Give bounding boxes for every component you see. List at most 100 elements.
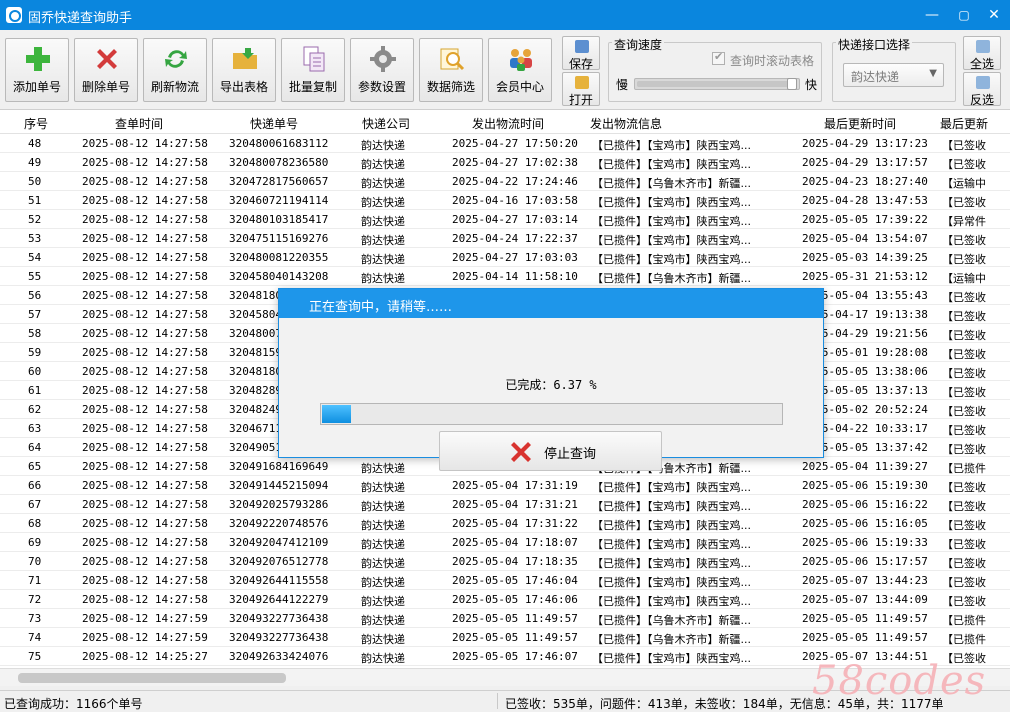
- cell-query-time: 2025-08-12 14:27:58: [82, 574, 208, 587]
- table-row[interactable]: 72 2025-08-12 14:27:58 320492644122279 韵达快递…: [0, 590, 1010, 609]
- cell-ship-time: 2025-05-04 17:18:07: [452, 536, 578, 549]
- batch-copy-button[interactable]: 批量复制: [281, 38, 345, 102]
- maximize-button[interactable]: ▢: [952, 4, 976, 26]
- cell-courier: 韵达快递: [361, 215, 405, 228]
- cell-ship-time: 2025-04-27 17:50:20: [452, 137, 578, 150]
- cell-courier: 韵达快递: [361, 652, 405, 665]
- cell-tracking-number: 320480081220355: [229, 251, 329, 264]
- cell-last-update: 【已签收: [942, 158, 986, 171]
- fast-label: 快: [805, 78, 818, 92]
- table-row[interactable]: 54 2025-08-12 14:27:58 320480081220355 韵达快递…: [0, 248, 1010, 267]
- data-filter-button[interactable]: 数据筛选: [419, 38, 483, 102]
- scroll-table-label: 查询时滚动表格: [730, 54, 815, 68]
- cell-query-time: 2025-08-12 14:27:58: [82, 156, 208, 169]
- scroll-table-checkbox[interactable]: ✔: [712, 50, 725, 65]
- cell-tracking-number: 32048289: [229, 384, 282, 397]
- save-button[interactable]: 保存: [562, 36, 600, 71]
- col-header-index[interactable]: 序号: [24, 115, 48, 132]
- table-row[interactable]: 48 2025-08-12 14:27:58 320480061683112 韵达快递…: [0, 134, 1010, 153]
- delete-number-button[interactable]: 删除单号: [74, 38, 138, 102]
- table-row[interactable]: 71 2025-08-12 14:27:58 320492644115558 韵达快递…: [0, 571, 1010, 590]
- member-center-label: 会员中心: [495, 80, 544, 94]
- table-row[interactable]: 69 2025-08-12 14:27:58 320492047412109 韵达快递…: [0, 533, 1010, 552]
- select-all-label: 全选: [969, 57, 994, 71]
- cell-ship-info: 【已揽件】【宝鸡市】陕西宝鸡...: [592, 557, 751, 570]
- cell-index: 56: [28, 289, 42, 302]
- col-header-last-update[interactable]: 最后更新: [940, 115, 988, 132]
- cell-courier: 韵达快递: [361, 595, 405, 608]
- cell-last-update-time: 2025-05-04 11:39:27: [802, 460, 928, 473]
- interface-select[interactable]: 韵达快递 ▼: [843, 63, 944, 87]
- table-row[interactable]: 52 2025-08-12 14:27:58 320480103185417 韵达快递…: [0, 210, 1010, 229]
- col-header-tracking-number[interactable]: 快递单号: [250, 115, 298, 132]
- cell-index: 62: [28, 403, 42, 416]
- open-button[interactable]: 打开: [562, 72, 600, 107]
- col-header-last-update-time[interactable]: 最后更新时间: [824, 115, 896, 132]
- cell-index: 74: [28, 631, 42, 644]
- cell-last-update-time: 2025-05-07 13:44:23: [802, 574, 928, 587]
- table-row[interactable]: 68 2025-08-12 14:27:58 320492220748576 韵达快递…: [0, 514, 1010, 533]
- cell-tracking-number: 320472817560657: [229, 175, 329, 188]
- cell-ship-info: 【已揽件】【宝鸡市】陕西宝鸡...: [592, 139, 751, 152]
- table-row[interactable]: 73 2025-08-12 14:27:59 320493227736438 韵达快递…: [0, 609, 1010, 628]
- cell-ship-info: 【已揽件】【宝鸡市】陕西宝鸡...: [592, 576, 751, 589]
- parameter-settings-button[interactable]: 参数设置: [350, 38, 414, 102]
- cell-last-update-time: 2025-05-05 11:49:57: [802, 631, 928, 644]
- cell-last-update: 【已签收: [942, 538, 986, 551]
- cell-index: 58: [28, 327, 42, 340]
- horizontal-scroll-thumb[interactable]: [18, 673, 286, 683]
- add-number-button[interactable]: 添加单号: [5, 38, 69, 102]
- cell-last-update: 【已签收: [942, 557, 986, 570]
- refresh-logistics-button[interactable]: 刷新物流: [143, 38, 207, 102]
- delete-icon: [97, 49, 117, 69]
- cell-query-time: 2025-08-12 14:27:58: [82, 213, 208, 226]
- cell-ship-info: 【已揽件】【宝鸡市】陕西宝鸡...: [592, 234, 751, 247]
- col-header-ship-time[interactable]: 发出物流时间: [472, 115, 544, 132]
- select-all-icon: [976, 40, 990, 53]
- cell-last-update-time: 2025-05-03 14:39:25: [802, 251, 928, 264]
- add-number-label: 添加单号: [12, 80, 61, 94]
- table-row[interactable]: 74 2025-08-12 14:27:59 320493227736438 韵达快递…: [0, 628, 1010, 647]
- minimize-button[interactable]: —: [920, 4, 944, 26]
- col-header-query-time[interactable]: 查单时间: [115, 115, 163, 132]
- cell-last-update: 【已签收: [942, 424, 986, 437]
- copy-icon: [303, 46, 325, 72]
- table-row[interactable]: 53 2025-08-12 14:27:58 320475115169276 韵达快递…: [0, 229, 1010, 248]
- close-button[interactable]: ✕: [982, 4, 1006, 26]
- member-center-button[interactable]: 会员中心: [488, 38, 552, 102]
- cell-last-update: 【已揽件: [942, 462, 986, 475]
- table-row[interactable]: 51 2025-08-12 14:27:58 320460721194114 韵达快递…: [0, 191, 1010, 210]
- table-row[interactable]: 55 2025-08-12 14:27:58 320458040143208 韵达快递…: [0, 267, 1010, 286]
- stop-query-button[interactable]: 停止查询: [439, 431, 662, 471]
- col-header-courier[interactable]: 快递公司: [362, 115, 410, 132]
- table-row[interactable]: 50 2025-08-12 14:27:58 320472817560657 韵达快递…: [0, 172, 1010, 191]
- table-row[interactable]: 70 2025-08-12 14:27:58 320492076512778 韵达快递…: [0, 552, 1010, 571]
- speed-slider-thumb[interactable]: [787, 78, 797, 90]
- cell-query-time: 2025-08-12 14:27:58: [82, 422, 208, 435]
- speed-slider[interactable]: [634, 78, 800, 90]
- cell-query-time: 2025-08-12 14:27:58: [82, 479, 208, 492]
- cell-index: 51: [28, 194, 42, 207]
- cell-last-update: 【已签收: [942, 234, 986, 247]
- cell-query-time: 2025-08-12 14:27:58: [82, 460, 208, 473]
- cell-query-time: 2025-08-12 14:27:58: [82, 270, 208, 283]
- cell-ship-time: 2025-05-04 17:31:22: [452, 517, 578, 530]
- cell-tracking-number: 320460721194114: [229, 194, 329, 207]
- export-table-button[interactable]: 导出表格: [212, 38, 276, 102]
- table-row[interactable]: 66 2025-08-12 14:27:58 320491445215094 韵达快递…: [0, 476, 1010, 495]
- cell-ship-time: 2025-04-27 17:02:38: [452, 156, 578, 169]
- cell-tracking-number: 32045804: [229, 308, 282, 321]
- cell-index: 48: [28, 137, 42, 150]
- table-row[interactable]: 49 2025-08-12 14:27:58 320480078236580 韵达快递…: [0, 153, 1010, 172]
- cell-last-update-time: 2025-05-07 13:44:09: [802, 593, 928, 606]
- table-row[interactable]: 67 2025-08-12 14:27:58 320492025793286 韵达快递…: [0, 495, 1010, 514]
- cell-ship-info: 【已揽件】【乌鲁木齐市】新疆...: [592, 614, 751, 627]
- dialog-title-bar: 正在查询中，请稍等……: [279, 289, 823, 318]
- cell-tracking-number: 32049051: [229, 441, 282, 454]
- cell-query-time: 2025-08-12 14:27:58: [82, 498, 208, 511]
- cell-last-update-time: 2025-04-29 13:17:57: [802, 156, 928, 169]
- col-header-ship-info[interactable]: 发出物流信息: [590, 115, 662, 132]
- select-all-button[interactable]: 全选: [963, 36, 1001, 71]
- query-progress-dialog: 正在查询中，请稍等…… 已完成：6.37 % 停止查询: [278, 288, 824, 471]
- invert-selection-button[interactable]: 反选: [963, 72, 1001, 107]
